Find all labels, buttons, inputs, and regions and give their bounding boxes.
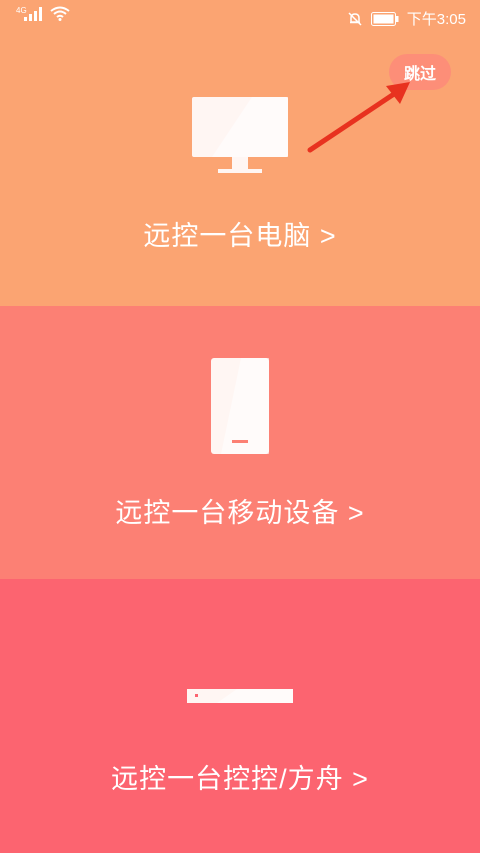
box-device-icon [187, 689, 293, 703]
option-label-box: 远控一台控控/方舟 > [111, 764, 369, 794]
signal-icon [24, 7, 42, 21]
phone-icon [211, 358, 269, 454]
option-remote-box[interactable]: 远控一台控控/方舟 > [0, 579, 480, 853]
network-type: 4G [16, 6, 27, 15]
option-label-pc: 远控一台电脑 > [143, 221, 337, 251]
monitor-icon [192, 97, 288, 173]
wifi-icon [50, 6, 70, 21]
status-bar: 4G 下午3:05 [0, 0, 480, 34]
mute-bell-icon [348, 11, 362, 26]
clock: 下午3:05 [406, 11, 466, 28]
option-label-mobile: 远控一台移动设备 > [115, 498, 365, 528]
app-screen: 远控一台电脑 > 远控一台移动设备 > 远控一台控控/方舟 > 4G 下午3:0… [0, 0, 480, 853]
option-remote-mobile[interactable]: 远控一台移动设备 > [0, 306, 480, 579]
annotation-arrow-icon [307, 82, 410, 153]
battery-icon [370, 11, 399, 26]
